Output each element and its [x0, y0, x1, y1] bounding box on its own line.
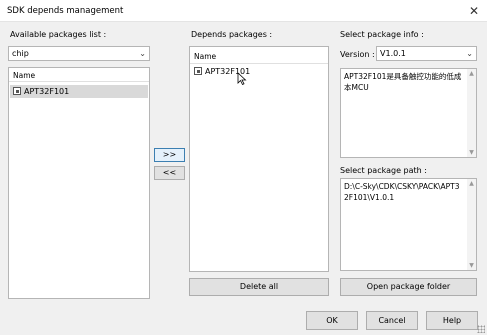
package-info-label: Select package info :	[340, 30, 424, 39]
package-path-box[interactable]: D:\C-Sky\CDK\CSKY\PACK\APT32F101\V1.0.1 …	[340, 178, 477, 271]
cancel-button[interactable]: Cancel	[366, 311, 418, 330]
depends-name-column-header[interactable]: Name	[190, 49, 328, 64]
available-packages-list[interactable]: Name APT32F101	[8, 67, 150, 299]
scroll-down-icon[interactable]: ▼	[467, 261, 476, 270]
version-label: Version :	[340, 50, 375, 59]
add-depend-button[interactable]: >>	[154, 148, 185, 162]
package-path-label: Select package path :	[340, 166, 427, 175]
ok-button[interactable]: OK	[306, 311, 358, 330]
package-description-text: APT32F101是具备触控功能的低成本MCU	[344, 72, 462, 92]
package-icon	[13, 87, 21, 95]
package-description-box[interactable]: APT32F101是具备触控功能的低成本MCU ▲ ▼	[340, 68, 477, 158]
available-name-column-header[interactable]: Name	[9, 68, 149, 82]
version-combo[interactable]: V1.0.1 ⌄	[376, 46, 477, 61]
delete-all-button[interactable]: Delete all	[189, 278, 329, 296]
chevron-down-icon[interactable]: ⌄	[139, 47, 146, 60]
title-bar: SDK depends management ✕	[0, 0, 487, 22]
depends-packages-list[interactable]: Name APT32F101	[189, 46, 329, 272]
remove-depend-button[interactable]: <<	[154, 166, 185, 180]
close-icon[interactable]: ✕	[465, 2, 483, 20]
resize-grip-icon[interactable]	[477, 325, 485, 333]
depends-packages-label: Depends packages :	[191, 30, 273, 39]
open-package-folder-button[interactable]: Open package folder	[340, 278, 477, 296]
depends-package-item[interactable]: APT32F101	[191, 65, 327, 78]
path-scrollbar[interactable]: ▲ ▼	[467, 179, 476, 270]
available-category-value: chip	[12, 49, 29, 58]
scroll-up-icon[interactable]: ▲	[467, 179, 476, 188]
chevron-down-icon[interactable]: ⌄	[466, 47, 473, 60]
available-category-combo[interactable]: chip ⌄	[8, 46, 150, 61]
version-value: V1.0.1	[380, 49, 406, 58]
scroll-up-icon[interactable]: ▲	[467, 69, 476, 78]
available-package-item[interactable]: APT32F101	[10, 85, 148, 98]
package-icon	[194, 67, 202, 75]
package-path-text: D:\C-Sky\CDK\CSKY\PACK\APT32F101\V1.0.1	[344, 182, 460, 202]
description-scrollbar[interactable]: ▲ ▼	[467, 69, 476, 157]
help-button[interactable]: Help	[426, 311, 478, 330]
scroll-down-icon[interactable]: ▼	[467, 148, 476, 157]
available-packages-label: Available packages list :	[10, 30, 107, 39]
mouse-cursor-icon	[237, 72, 247, 86]
window-title: SDK depends management	[7, 6, 124, 16]
available-package-name: APT32F101	[24, 87, 70, 96]
